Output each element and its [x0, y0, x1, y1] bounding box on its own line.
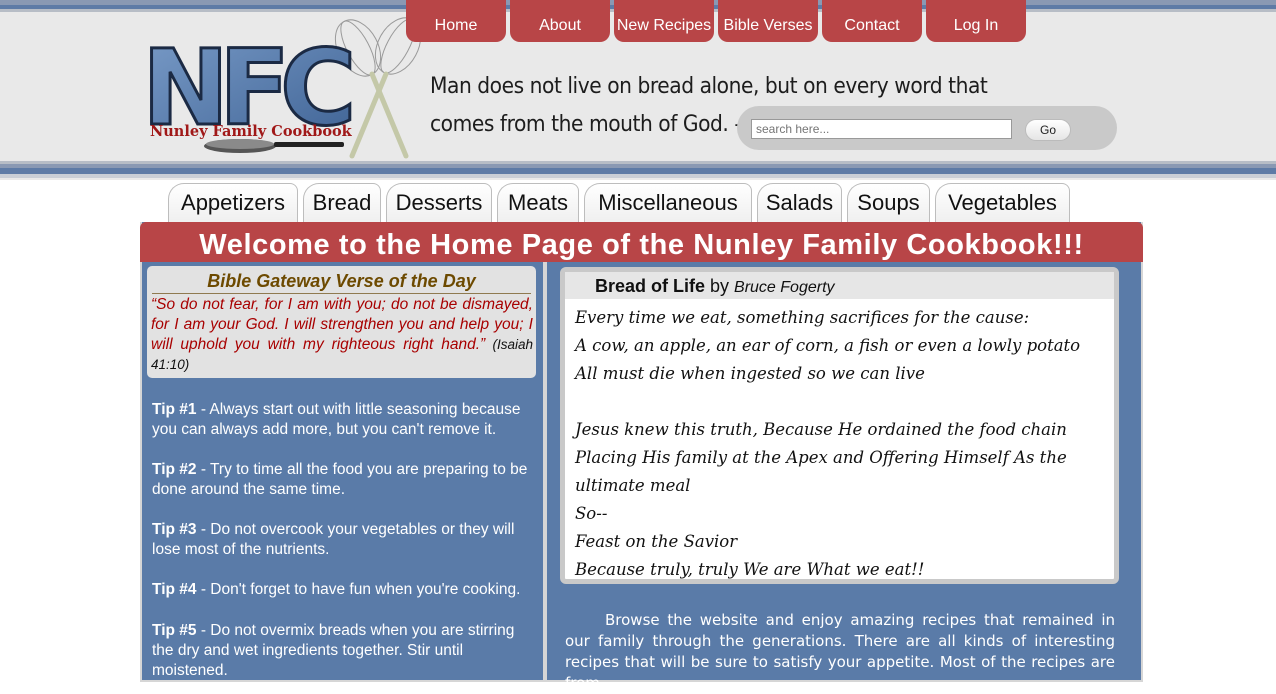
column-divider — [543, 262, 547, 682]
nav-new-recipes[interactable]: New Recipes — [614, 0, 714, 42]
site-logo[interactable]: NFC Nunley Family Cookbook — [140, 16, 430, 161]
nav-bible-verses[interactable]: Bible Verses — [718, 0, 818, 42]
tab-bread[interactable]: Bread — [303, 183, 381, 223]
poem-title: Bread of Life — [595, 276, 706, 296]
poem-line: Every time we eat, something sacrifices … — [575, 308, 1030, 327]
tab-desserts[interactable]: Desserts — [386, 183, 492, 223]
poem-header: Bread of Life by Bruce Fogerty — [565, 272, 1114, 299]
welcome-banner: Welcome to the Home Page of the Nunley F… — [140, 222, 1143, 262]
site-header: NFC Nunley Family Cookbook Home About Ne… — [0, 0, 1276, 180]
votd-title[interactable]: Bible Gateway Verse of the Day — [147, 271, 536, 292]
tip-text: - Always start out with little seasoning… — [152, 401, 521, 438]
poem-line: ultimate meal — [575, 476, 691, 495]
poem-line: Feast on the Savior — [575, 532, 738, 551]
poem-line: Because truly, truly We are What we eat!… — [575, 560, 925, 579]
logo-subtitle: Nunley Family Cookbook — [150, 123, 353, 140]
votd-text: “So do not fear, for I am with you; do n… — [151, 295, 533, 375]
tip-label: Tip #5 — [152, 622, 197, 639]
votd-ref-open: ( — [485, 337, 497, 352]
logo-graphic: NFC Nunley Family Cookbook — [141, 17, 422, 159]
search-bar: Go — [737, 106, 1117, 150]
votd-verse: “So do not fear, for I am with you; do n… — [151, 296, 533, 353]
tip-item: Tip #2 - Try to time all the food you ar… — [152, 460, 536, 500]
tab-appetizers[interactable]: Appetizers — [168, 183, 298, 223]
tip-item: Tip #3 - Do not overcook your vegetables… — [152, 520, 536, 560]
poem-body: Every time we eat, something sacrifices … — [575, 304, 1100, 584]
nav-log-in[interactable]: Log In — [926, 0, 1026, 42]
verse-of-the-day: Bible Gateway Verse of the Day “So do no… — [147, 266, 536, 378]
tab-meats[interactable]: Meats — [497, 183, 579, 223]
poem-author: Bruce Fogerty — [734, 279, 835, 296]
browse-intro-text: Browse the website and enjoy amazing rec… — [565, 611, 1115, 692]
tip-label: Tip #3 — [152, 521, 197, 538]
search-input[interactable] — [751, 119, 1012, 139]
poem-title-line: Bread of Life by Bruce Fogerty — [595, 276, 835, 297]
tip-text: - Do not overmix breads when you are sti… — [152, 622, 515, 679]
tab-miscellaneous[interactable]: Miscellaneous — [584, 183, 752, 223]
tip-item: Tip #5 - Do not overmix breads when you … — [152, 621, 536, 681]
nav-contact[interactable]: Contact — [822, 0, 922, 42]
votd-divider — [152, 293, 531, 294]
nav-about[interactable]: About — [510, 0, 610, 42]
tip-label: Tip #4 — [152, 581, 197, 598]
tab-vegetables[interactable]: Vegetables — [935, 183, 1070, 223]
tip-text: - Try to time all the food you are prepa… — [152, 461, 528, 498]
votd-ref-close: ) — [184, 357, 190, 372]
tab-soups[interactable]: Soups — [847, 183, 930, 223]
poem-card: Bread of Life by Bruce Fogerty Every tim… — [560, 267, 1119, 584]
tip-text: - Don't forget to have fun when you're c… — [196, 581, 521, 598]
poem-line: So-- — [575, 504, 608, 523]
poem-line: Placing His family at the Apex and Offer… — [575, 448, 1067, 467]
nav-home[interactable]: Home — [406, 0, 506, 42]
tip-label: Tip #2 — [152, 461, 197, 478]
header-stripe — [0, 174, 1276, 178]
tip-item: Tip #1 - Always start out with little se… — [152, 400, 536, 440]
search-go-button[interactable]: Go — [1025, 119, 1071, 141]
tip-label: Tip #1 — [152, 401, 197, 418]
tip-text: - Do not overcook your vegetables or the… — [152, 521, 515, 558]
poem-line: All must die when ingested so we can liv… — [575, 364, 925, 383]
tip-item: Tip #4 - Don't forget to have fun when y… — [152, 580, 536, 600]
poem-line: A cow, an apple, an ear of corn, a fish … — [575, 336, 1081, 355]
tab-salads[interactable]: Salads — [757, 183, 842, 223]
poem-line — [575, 388, 1100, 416]
poem-line: Jesus knew this truth, Because He ordain… — [575, 420, 1067, 439]
poem-by: by — [705, 276, 735, 296]
